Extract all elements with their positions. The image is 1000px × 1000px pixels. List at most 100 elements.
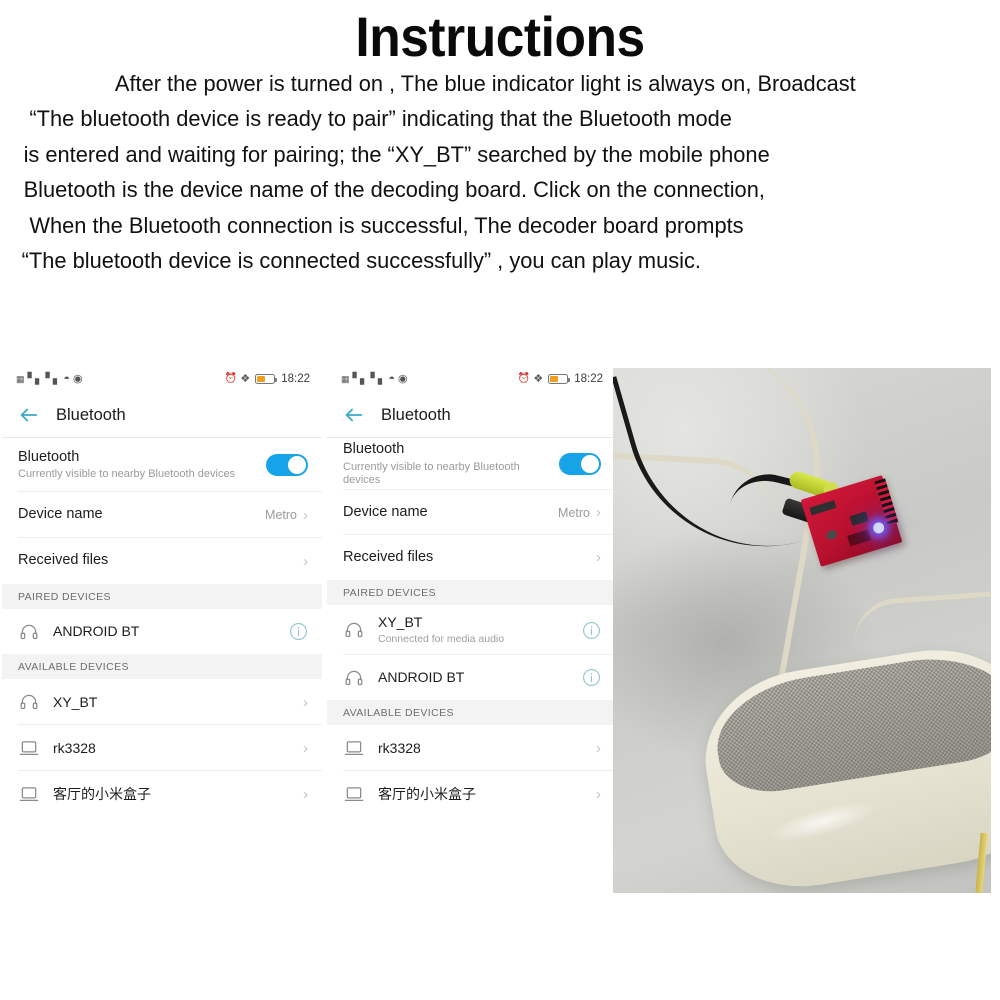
bluetooth-toggle-switch[interactable] [266,454,308,476]
device-label: rk3328 [53,739,96,756]
headphones-icon [19,692,39,712]
info-icon[interactable] [582,621,601,640]
list-item-paired-device[interactable]: ANDROID BT [2,609,322,654]
blue-indicator-led [871,520,886,535]
chevron-right-icon: › [303,739,308,757]
headphones-icon [344,668,364,688]
bluetooth-toggle-row[interactable]: Bluetooth Currently visible to nearby Bl… [2,438,322,492]
status-bar-left-icons: ▦ ▘▖ ▘▖ ◓ ◉ [16,372,83,385]
chevron-right-icon: › [596,504,601,521]
section-header-available: AVAILABLE DEVICES [2,654,322,679]
laptop-icon [19,738,39,758]
instruction-line: “The bluetooth device is connected succe… [21,248,701,274]
eye-icon: ◉ [73,372,83,385]
bluetooth-icon: ❖ [533,372,544,385]
wifi-icon: ◓ [388,372,396,385]
list-item-available-device[interactable]: 客厅的小米盒子 › [2,771,322,817]
device-label: ANDROID BT [53,623,140,640]
back-arrow-icon[interactable] [343,404,365,426]
list-item-available-device[interactable]: 客厅的小米盒子 › [327,771,615,817]
app-bar-title: Bluetooth [56,405,126,424]
app-bar: Bluetooth [327,393,615,437]
device-name-row[interactable]: Device name Metro › [327,490,615,535]
board-chip [825,528,839,541]
board-chip [847,529,872,547]
status-bar: ▦ ▘▖ ▘▖ ◓ ◉ ⏰ ❖ 18:22 [2,365,322,393]
received-files-label: Received files [343,548,434,565]
chevron-right-icon: › [303,552,308,570]
battery-icon [255,374,278,384]
instruction-line: Bluetooth is the device name of the deco… [23,177,765,203]
wifi-icon: ◓ [63,372,71,385]
status-bar-clock: 18:22 [281,373,310,385]
app-bar-title: Bluetooth [381,405,451,424]
status-bar-left-icons: ▦ ▘▖ ▘▖ ◓ ◉ [341,372,408,385]
back-arrow-icon[interactable] [18,404,40,426]
list-item-paired-device[interactable]: ANDROID BT [327,655,615,700]
device-name-value: Metro [558,505,590,520]
chevron-right-icon: › [596,739,601,757]
device-name-label: Device name [18,506,103,523]
instruction-line: “The bluetooth device is ready to pair” … [29,106,732,132]
list-item-available-device[interactable]: XY_BT › [2,679,322,725]
info-icon[interactable] [289,622,308,641]
chevron-right-icon: › [303,693,308,711]
bluetooth-row-title: Bluetooth [18,448,80,465]
instruction-line: After the power is turned on , The blue … [114,70,856,96]
bluetooth-icon: ❖ [240,372,251,385]
phone-screenshot-after-pairing: ▦ ▘▖ ▘▖ ◓ ◉ ⏰ ❖ 18:22 Bluetooth Bluetoot… [327,365,615,1000]
section-header-paired: PAIRED DEVICES [2,584,322,609]
device-label: XY_BT [53,693,98,710]
device-name-label: Device name [343,503,428,520]
list-item-paired-device[interactable]: XY_BT Connected for media audio [327,605,615,655]
device-label: 客厅的小米盒子 [53,785,151,802]
received-files-label: Received files [18,552,109,569]
info-icon[interactable] [582,668,601,687]
bluetooth-row-subtitle: Currently visible to nearby Bluetooth de… [343,460,520,486]
device-name-row[interactable]: Device name Metro › [2,492,322,538]
device-status-label: Connected for media audio [378,633,505,646]
received-files-row[interactable]: Received files › [2,538,322,584]
headphones-icon [19,622,39,642]
bluetooth-toggle-switch[interactable] [559,453,601,475]
status-bar-right-icons: ⏰ ❖ 18:22 [225,373,310,385]
list-item-available-device[interactable]: rk3328 › [2,725,322,771]
signal-bars-icon: ▘▖ [352,372,369,385]
laptop-icon [344,784,364,804]
sim-card-icon: ▦ [341,373,350,384]
instruction-line: When the Bluetooth connection is success… [29,212,744,238]
laptop-icon [19,784,39,804]
board-chip [809,500,837,516]
bluetooth-toggle-row[interactable]: Bluetooth Currently visible to nearby Bl… [327,438,615,490]
app-bar: Bluetooth [2,393,322,437]
alarm-clock-icon: ⏰ [224,373,238,384]
signal-bars-icon: ▘▖ [45,372,61,385]
device-label: XY_BT [378,614,423,631]
bluetooth-row-title: Bluetooth [343,441,405,458]
laptop-icon [344,738,364,758]
chevron-right-icon: › [596,549,601,566]
section-header-paired: PAIRED DEVICES [327,580,615,605]
decoder-board-photo [613,368,991,893]
battery-icon [548,374,571,384]
device-name-value: Metro [265,508,297,522]
status-bar-right-icons: ⏰ ❖ 18:22 [518,373,603,385]
signal-bars-icon: ▘▖ [27,372,44,385]
section-header-available: AVAILABLE DEVICES [327,700,615,725]
status-bar-clock: 18:22 [574,373,603,385]
eye-icon: ◉ [398,372,408,385]
headphones-icon [344,620,364,640]
instruction-line: is entered and waiting for pairing; the … [23,141,770,167]
page-title: Instructions [355,5,645,68]
chevron-right-icon: › [596,785,601,803]
instructions-page: Instructions After the power is turned o… [0,0,1000,1000]
list-item-available-device[interactable]: rk3328 › [327,725,615,771]
phone-screenshot-before-pairing: ▦ ▘▖ ▘▖ ◓ ◉ ⏰ ❖ 18:22 Bluetooth Bluetoot… [2,365,322,1000]
chevron-right-icon: › [303,785,308,803]
figures-row: ▦ ▘▖ ▘▖ ◓ ◉ ⏰ ❖ 18:22 Bluetooth Bluetoot… [0,365,1000,1000]
chevron-right-icon: › [303,506,308,524]
instructions-body: After the power is turned on , The blue … [0,67,1000,273]
device-label: rk3328 [378,739,421,756]
sim-card-icon: ▦ [16,373,25,384]
received-files-row[interactable]: Received files › [327,535,615,580]
